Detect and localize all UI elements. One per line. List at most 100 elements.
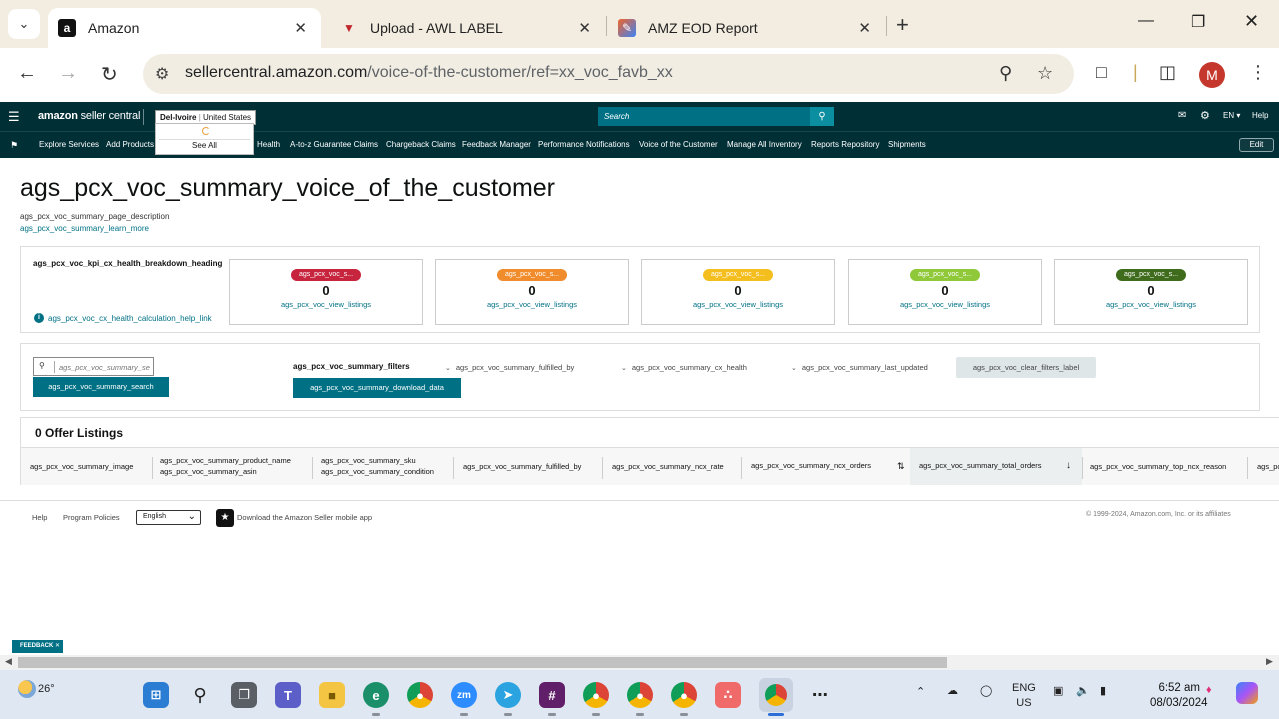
search-input[interactable] [54, 361, 150, 373]
nav-health[interactable]: Health [257, 140, 280, 149]
scroll-left-icon[interactable]: ◀ [5, 656, 12, 667]
column-truncated[interactable]: ags_pc [1257, 462, 1279, 471]
close-icon[interactable]: ✕ [294, 19, 307, 37]
zoom-icon[interactable]: ⚲ [999, 63, 1012, 84]
new-tab-button[interactable]: + [896, 12, 909, 38]
reload-button[interactable]: ↻ [101, 62, 118, 87]
fulfilled-by-filter[interactable]: ⌄ ags_pcx_voc_summary_fulfilled_by [445, 363, 574, 372]
download-data-button[interactable]: ags_pcx_voc_summary_download_data [293, 378, 461, 398]
nav-a-to-z-claims[interactable]: A-to-z Guarantee Claims [290, 140, 378, 149]
sort-icon[interactable]: ⇅ [897, 461, 905, 472]
bookmark-star-icon[interactable]: ☆ [1037, 63, 1053, 84]
column-top-ncx-reason[interactable]: ags_pcx_voc_summary_top_ncx_reason [1090, 462, 1226, 471]
help-link[interactable]: Help [1252, 111, 1268, 120]
window-close-button[interactable]: ✕ [1244, 11, 1259, 32]
scrollbar-thumb[interactable] [18, 657, 947, 668]
microphone-icon[interactable]: ◯ [980, 684, 992, 697]
volume-icon[interactable]: 🔈 [1076, 684, 1090, 697]
restore-button[interactable]: ❐ [1191, 12, 1205, 32]
chrome-profile-icon[interactable]: ● [627, 682, 653, 708]
nav-feedback-manager[interactable]: Feedback Manager [462, 140, 531, 149]
network-icon[interactable]: ▣ [1053, 684, 1063, 697]
global-search-input[interactable]: Search [598, 107, 810, 126]
tray-overflow-icon[interactable]: ⌃ [916, 685, 925, 698]
learn-more-link[interactable]: ags_pcx_voc_summary_learn_more [20, 224, 149, 233]
column-product-name[interactable]: ags_pcx_voc_summary_product_name [160, 456, 291, 465]
column-sku[interactable]: ags_pcx_voc_summary_sku [321, 456, 416, 465]
task-view-icon[interactable]: ❐ [231, 682, 257, 708]
nav-chargeback-claims[interactable]: Chargeback Claims [386, 140, 456, 149]
scroll-right-icon[interactable]: ▶ [1266, 656, 1273, 667]
cx-health-help-link[interactable]: i ags_pcx_voc_cx_health_calculation_help… [34, 313, 212, 323]
language-indicator[interactable]: ENG US [1012, 681, 1036, 711]
edge-icon[interactable]: e [363, 682, 389, 708]
url-text[interactable]: sellercentral.amazon.com/voice-of-the-cu… [185, 64, 673, 82]
language-selector[interactable]: EN ▾ [1223, 111, 1240, 120]
nav-voice-of-the-customer[interactable]: Voice of the Customer [639, 140, 718, 149]
listing-search-field[interactable]: ⚲ [33, 357, 154, 376]
file-explorer-icon[interactable]: ■ [319, 682, 345, 708]
bookmark-icon[interactable]: ⚑ [10, 140, 18, 151]
tab-amazon[interactable]: a Amazon ✕ [48, 8, 321, 48]
search-icon[interactable]: ⚲ [187, 682, 213, 708]
column-asin[interactable]: ags_pcx_voc_summary_asin [160, 467, 257, 476]
view-listings-link[interactable]: ags_pcx_voc_view_listings [1055, 300, 1247, 309]
slack-icon[interactable]: # [539, 682, 565, 708]
minimize-button[interactable]: — [1138, 12, 1154, 30]
zoom-app-icon[interactable]: zm [451, 682, 477, 708]
clear-filters-button[interactable]: ags_pcx_voc_clear_filters_label [956, 357, 1096, 378]
windows-start-icon[interactable]: ⊞ [143, 682, 169, 708]
close-icon[interactable]: ✕ [858, 19, 871, 37]
battery-icon[interactable]: ▮ [1100, 684, 1106, 697]
column-total-orders[interactable]: ags_pcx_voc_summary_total_orders [919, 461, 1042, 470]
view-listings-link[interactable]: ags_pcx_voc_view_listings [642, 300, 834, 309]
mail-icon[interactable]: ✉ [1178, 110, 1186, 121]
address-bar[interactable]: ⚙ sellercentral.amazon.com/voice-of-the-… [143, 54, 1074, 94]
feedback-button[interactable]: FEEDBACK ✕ [12, 640, 63, 653]
site-settings-icon[interactable]: ⚙ [155, 64, 169, 84]
edit-nav-button[interactable]: Edit [1239, 138, 1274, 152]
forward-button[interactable]: → [58, 62, 78, 85]
chrome-profile-icon[interactable]: ● [583, 682, 609, 708]
last-updated-filter[interactable]: ⌄ ags_pcx_voc_summary_last_updated [791, 363, 928, 372]
profile-avatar[interactable]: M [1199, 62, 1225, 88]
side-panel-icon[interactable]: ◫ [1159, 62, 1176, 83]
view-listings-link[interactable]: ags_pcx_voc_view_listings [849, 300, 1041, 309]
asana-icon[interactable]: ∴ [715, 682, 741, 708]
nav-shipments[interactable]: Shipments [888, 140, 926, 149]
nav-reports-repository[interactable]: Reports Repository [811, 140, 879, 149]
search-button[interactable]: ags_pcx_voc_summary_search [33, 377, 169, 397]
column-ncx-rate[interactable]: ags_pcx_voc_summary_ncx_rate [612, 462, 724, 471]
seller-app-icon[interactable]: ★ [216, 509, 234, 527]
footer-program-policies-link[interactable]: Program Policies [63, 513, 120, 522]
extensions-icon[interactable]: □ [1096, 62, 1107, 83]
tab-upload-awl-label[interactable]: ▼ Upload - AWL LABEL ✕ [330, 8, 605, 48]
more-apps-icon[interactable]: ⋯ [807, 682, 833, 708]
chrome-active-icon[interactable] [759, 678, 793, 712]
more-menu-icon[interactable]: ⋮ [1249, 62, 1267, 83]
system-clock[interactable]: 6:52 am 08/03/2024 [1150, 681, 1208, 711]
teams-icon[interactable]: T [275, 682, 301, 708]
nav-add-products[interactable]: Add Products [106, 140, 154, 149]
cloud-sync-icon[interactable]: ☁ [947, 684, 958, 697]
hamburger-menu-icon[interactable]: ☰ [8, 109, 20, 125]
nav-performance-notifications[interactable]: Performance Notifications [538, 140, 630, 149]
copilot-icon[interactable] [1236, 682, 1258, 704]
view-listings-link[interactable]: ags_pcx_voc_view_listings [230, 300, 422, 309]
weather-widget[interactable]: 26° [18, 680, 55, 698]
telegram-icon[interactable]: ➤ [495, 682, 521, 708]
search-icon[interactable]: ⚲ [810, 107, 834, 126]
horizontal-scrollbar[interactable]: ◀ ▶ [0, 655, 1279, 670]
see-all-link[interactable]: See All [159, 139, 250, 151]
notification-bell-icon[interactable]: ♦ [1206, 684, 1212, 696]
tab-amz-eod-report[interactable]: ✎ AMZ EOD Report ✕ [610, 8, 885, 48]
seller-central-logo[interactable]: amazon seller central [38, 110, 140, 122]
column-condition[interactable]: ags_pcx_voc_summary_condition [321, 467, 434, 476]
chrome-icon[interactable]: ● [407, 682, 433, 708]
footer-help-link[interactable]: Help [32, 513, 47, 522]
column-fulfilled-by[interactable]: ags_pcx_voc_summary_fulfilled_by [463, 462, 581, 471]
back-button[interactable]: ← [17, 62, 37, 85]
nav-explore-services[interactable]: Explore Services [39, 140, 99, 149]
tab-search-menu-button[interactable]: ⌄ [8, 9, 40, 39]
column-ncx-orders[interactable]: ags_pcx_voc_summary_ncx_orders [751, 461, 871, 470]
